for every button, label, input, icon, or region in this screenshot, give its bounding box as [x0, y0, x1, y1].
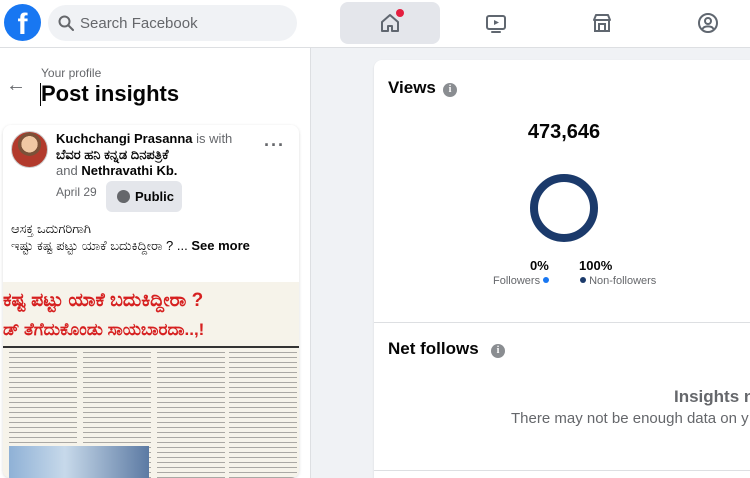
post-preview-card[interactable]: Kuchchangi Prasanna is with ಬೆವರ ಹನಿ ಕನ್…	[3, 125, 299, 478]
marketplace-icon	[593, 14, 611, 32]
notification-dot	[396, 9, 404, 17]
image-headline: ಕಷ್ಟ ಪಟ್ಟು ಯಾಕೆ ಬದುಕಿದ್ದೀರಾ ?	[3, 290, 204, 311]
insights-main-panel: Views i 473,646 0% 100% Followers Non-fo…	[374, 60, 750, 478]
newspaper-column	[157, 352, 225, 478]
more-options-icon[interactable]: ···	[264, 135, 285, 156]
info-icon[interactable]: i	[491, 344, 505, 358]
search-icon	[58, 15, 74, 31]
post-text-line1: ಆಸಕ್ತ ಒದುಗರಿಗಾಗಿ	[11, 221, 91, 236]
section-divider	[374, 322, 750, 323]
tagged-person-name[interactable]: Nethravathi Kb.	[81, 163, 177, 178]
audience-button[interactable]: Public	[106, 181, 182, 212]
tab-groups[interactable]	[658, 2, 750, 44]
see-more-link[interactable]: See more	[191, 238, 250, 253]
author-name[interactable]: Kuchchangi Prasanna	[56, 131, 193, 146]
and-text: and	[56, 163, 78, 178]
page-title: Post insights	[41, 81, 180, 106]
nonfollowers-dot	[580, 277, 586, 283]
post-text: ಆಸಕ್ತ ಒದುಗರಿಗಾಗಿ ಇಷ್ಟು ಕಷ್ಟ ಪಟ್ಟು ಯಾಕೆ ಬ…	[11, 220, 296, 254]
newspaper-photo	[9, 446, 149, 478]
newspaper-column	[229, 352, 297, 478]
empty-state-text: There may not be enough data on y	[511, 410, 749, 427]
empty-state-title: Insights n	[674, 387, 750, 406]
followers-legend: Followers	[493, 275, 550, 287]
post-text-line2: ಇಷ್ಟು ಕಷ್ಟ ಪಟ್ಟು ಯಾಕೆ ಬದುಕಿದ್ದೀರಾ ? ...	[11, 238, 188, 253]
search-input[interactable]	[80, 5, 290, 41]
groups-icon	[698, 13, 718, 33]
with-text: is with	[196, 131, 233, 146]
search-box[interactable]	[48, 5, 297, 41]
back-arrow-icon[interactable]: ←	[6, 74, 26, 97]
nonfollowers-label: Non-followers	[589, 275, 657, 287]
video-icon	[486, 15, 506, 33]
followers-label: Followers	[493, 275, 541, 287]
post-image[interactable]: ಕಷ್ಟ ಪಟ್ಟು ಯಾಕೆ ಬದುಕಿದ್ದೀರಾ ? ಡ್ ತೆಗೆದುಕ…	[3, 282, 299, 478]
image-subheadline: ಡ್ ತೆಗೆದುಕೊಂಡು ಸಾಯಬಾರದಾ..,!	[3, 320, 205, 339]
image-divider	[3, 346, 299, 348]
followers-dot	[543, 277, 550, 283]
top-navigation-bar: f	[0, 0, 750, 48]
net-follows-title: Net follows	[388, 339, 479, 358]
globe-icon	[117, 190, 130, 203]
views-donut-chart	[530, 174, 598, 242]
avatar[interactable]	[11, 131, 48, 168]
post-date[interactable]: April 29	[56, 185, 97, 199]
audience-label: Public	[135, 189, 175, 204]
followers-percent: 0%	[530, 258, 549, 273]
breadcrumb[interactable]: Your profile	[41, 66, 101, 80]
tab-marketplace[interactable]	[552, 2, 652, 44]
post-insights-sidebar: ← Your profile Post insights Kuchchangi …	[0, 48, 311, 478]
facebook-logo[interactable]: f	[4, 4, 41, 41]
facebook-logo-letter: f	[17, 8, 28, 41]
tab-home[interactable]	[340, 2, 440, 44]
views-count: 473,646	[527, 121, 601, 143]
nonfollowers-percent: 100%	[579, 258, 613, 273]
info-icon[interactable]: i	[443, 83, 457, 97]
section-divider	[374, 470, 750, 471]
tab-watch[interactable]	[446, 2, 546, 44]
nonfollowers-legend: Non-followers	[580, 275, 656, 287]
post-author-line: Kuchchangi Prasanna is with ಬೆವರ ಹನಿ ಕನ್…	[56, 131, 256, 179]
tagged-page-name[interactable]: ಬೆವರ ಹನಿ ಕನ್ನಡ ದಿನಪತ್ರಿಕೆ	[56, 147, 169, 162]
views-section-title: Views	[388, 78, 436, 97]
